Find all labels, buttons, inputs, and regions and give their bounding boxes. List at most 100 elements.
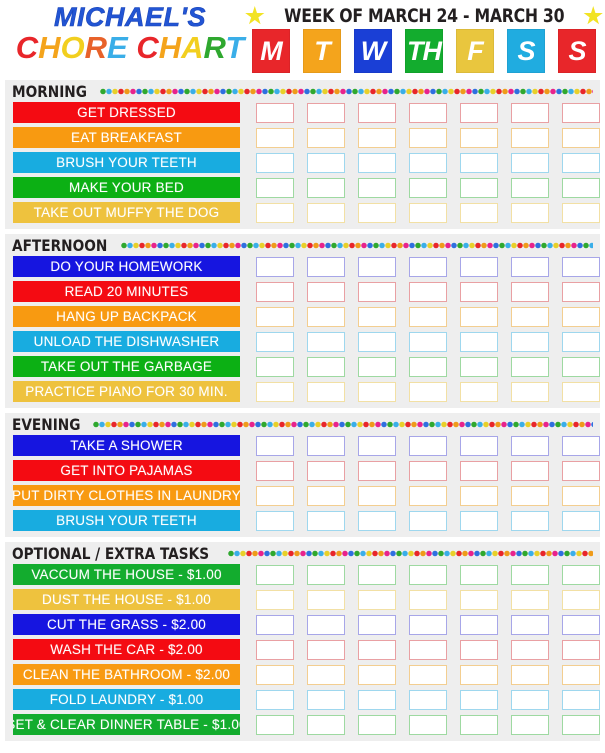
task-checkbox[interactable] <box>256 381 294 402</box>
task-checkbox[interactable] <box>511 664 549 685</box>
task-checkbox[interactable] <box>409 614 447 635</box>
task-checkbox[interactable] <box>307 664 345 685</box>
task-checkbox[interactable] <box>409 152 447 173</box>
task-checkbox[interactable] <box>307 202 345 223</box>
task-checkbox[interactable] <box>511 589 549 610</box>
task-checkbox[interactable] <box>409 127 447 148</box>
task-checkbox[interactable] <box>358 281 396 302</box>
task-checkbox[interactable] <box>256 331 294 352</box>
task-checkbox[interactable] <box>562 589 600 610</box>
task-checkbox[interactable] <box>511 714 549 735</box>
task-checkbox[interactable] <box>358 714 396 735</box>
task-checkbox[interactable] <box>562 460 600 481</box>
task-checkbox[interactable] <box>460 127 498 148</box>
task-checkbox[interactable] <box>460 256 498 277</box>
task-checkbox[interactable] <box>256 510 294 531</box>
task-checkbox[interactable] <box>307 331 345 352</box>
task-checkbox[interactable] <box>460 485 498 506</box>
task-checkbox[interactable] <box>358 127 396 148</box>
task-checkbox[interactable] <box>256 356 294 377</box>
task-checkbox[interactable] <box>256 664 294 685</box>
task-checkbox[interactable] <box>358 589 396 610</box>
task-checkbox[interactable] <box>358 664 396 685</box>
task-checkbox[interactable] <box>358 485 396 506</box>
task-checkbox[interactable] <box>307 281 345 302</box>
task-checkbox[interactable] <box>409 589 447 610</box>
task-checkbox[interactable] <box>511 177 549 198</box>
task-checkbox[interactable] <box>511 381 549 402</box>
task-checkbox[interactable] <box>256 460 294 481</box>
task-checkbox[interactable] <box>358 102 396 123</box>
task-checkbox[interactable] <box>562 152 600 173</box>
task-checkbox[interactable] <box>358 510 396 531</box>
task-checkbox[interactable] <box>460 356 498 377</box>
task-checkbox[interactable] <box>256 435 294 456</box>
task-checkbox[interactable] <box>358 331 396 352</box>
task-checkbox[interactable] <box>562 614 600 635</box>
task-checkbox[interactable] <box>511 460 549 481</box>
task-checkbox[interactable] <box>460 510 498 531</box>
task-checkbox[interactable] <box>256 177 294 198</box>
task-checkbox[interactable] <box>511 281 549 302</box>
task-checkbox[interactable] <box>307 127 345 148</box>
task-checkbox[interactable] <box>256 485 294 506</box>
task-checkbox[interactable] <box>307 356 345 377</box>
task-checkbox[interactable] <box>511 256 549 277</box>
task-checkbox[interactable] <box>562 127 600 148</box>
task-checkbox[interactable] <box>562 714 600 735</box>
task-checkbox[interactable] <box>358 381 396 402</box>
task-checkbox[interactable] <box>358 256 396 277</box>
task-checkbox[interactable] <box>307 102 345 123</box>
task-checkbox[interactable] <box>511 202 549 223</box>
task-checkbox[interactable] <box>562 331 600 352</box>
task-checkbox[interactable] <box>562 102 600 123</box>
task-checkbox[interactable] <box>460 381 498 402</box>
task-checkbox[interactable] <box>562 256 600 277</box>
task-checkbox[interactable] <box>307 460 345 481</box>
task-checkbox[interactable] <box>307 589 345 610</box>
task-checkbox[interactable] <box>460 589 498 610</box>
task-checkbox[interactable] <box>562 202 600 223</box>
task-checkbox[interactable] <box>562 664 600 685</box>
task-checkbox[interactable] <box>256 306 294 327</box>
task-checkbox[interactable] <box>511 306 549 327</box>
task-checkbox[interactable] <box>307 152 345 173</box>
task-checkbox[interactable] <box>358 564 396 585</box>
task-checkbox[interactable] <box>256 202 294 223</box>
task-checkbox[interactable] <box>409 256 447 277</box>
task-checkbox[interactable] <box>562 510 600 531</box>
task-checkbox[interactable] <box>409 331 447 352</box>
task-checkbox[interactable] <box>460 306 498 327</box>
task-checkbox[interactable] <box>562 639 600 660</box>
task-checkbox[interactable] <box>511 564 549 585</box>
task-checkbox[interactable] <box>307 381 345 402</box>
task-checkbox[interactable] <box>409 306 447 327</box>
task-checkbox[interactable] <box>358 689 396 710</box>
task-checkbox[interactable] <box>256 564 294 585</box>
task-checkbox[interactable] <box>511 102 549 123</box>
task-checkbox[interactable] <box>307 564 345 585</box>
task-checkbox[interactable] <box>256 102 294 123</box>
task-checkbox[interactable] <box>562 564 600 585</box>
task-checkbox[interactable] <box>256 127 294 148</box>
task-checkbox[interactable] <box>460 331 498 352</box>
task-checkbox[interactable] <box>409 435 447 456</box>
task-checkbox[interactable] <box>562 306 600 327</box>
task-checkbox[interactable] <box>358 306 396 327</box>
task-checkbox[interactable] <box>511 356 549 377</box>
task-checkbox[interactable] <box>460 664 498 685</box>
task-checkbox[interactable] <box>409 639 447 660</box>
task-checkbox[interactable] <box>562 485 600 506</box>
task-checkbox[interactable] <box>358 614 396 635</box>
task-checkbox[interactable] <box>460 102 498 123</box>
task-checkbox[interactable] <box>409 689 447 710</box>
task-checkbox[interactable] <box>307 689 345 710</box>
task-checkbox[interactable] <box>256 281 294 302</box>
task-checkbox[interactable] <box>460 689 498 710</box>
task-checkbox[interactable] <box>358 639 396 660</box>
task-checkbox[interactable] <box>409 664 447 685</box>
task-checkbox[interactable] <box>307 256 345 277</box>
task-checkbox[interactable] <box>358 460 396 481</box>
task-checkbox[interactable] <box>256 639 294 660</box>
task-checkbox[interactable] <box>409 202 447 223</box>
